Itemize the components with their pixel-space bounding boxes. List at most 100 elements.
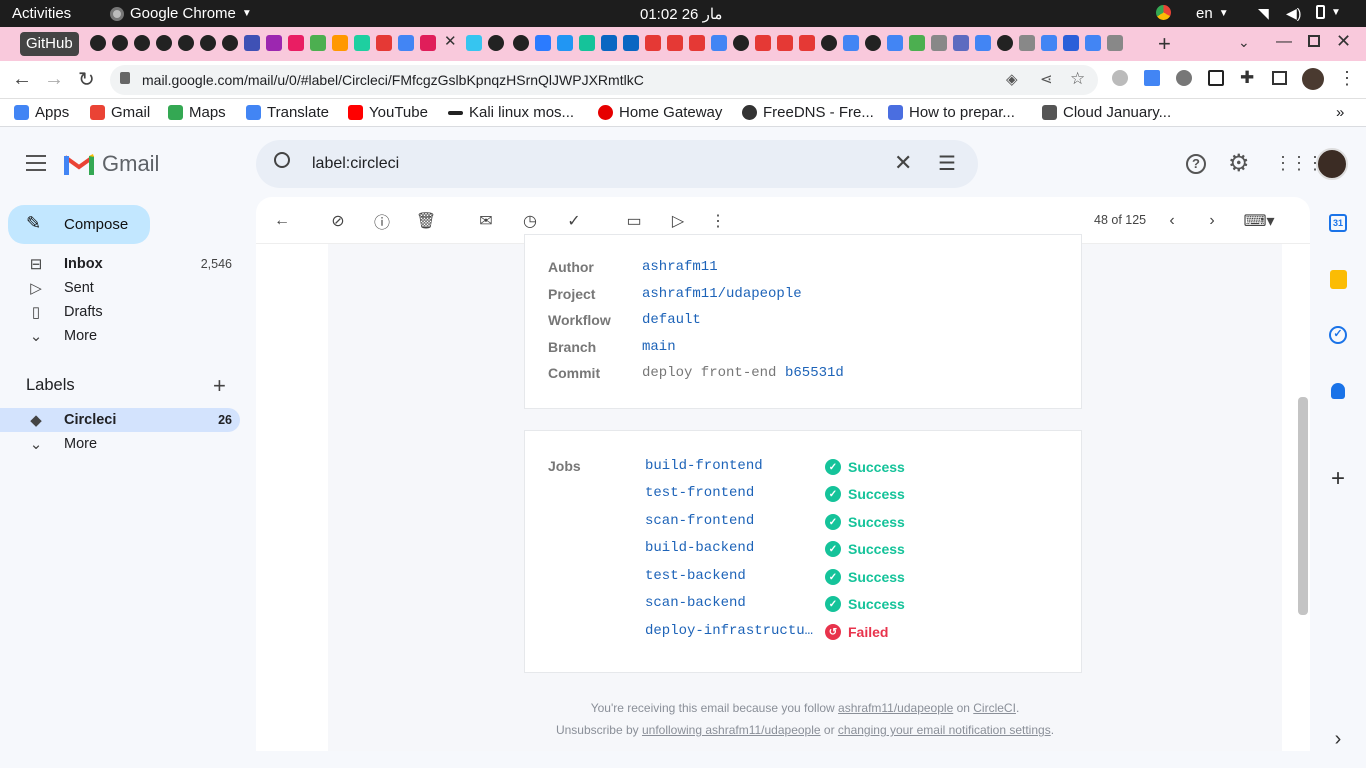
- bookmark-kali[interactable]: Kali linux mos...: [448, 104, 574, 121]
- translate-extension-icon[interactable]: [1144, 70, 1160, 86]
- new-tab-button[interactable]: +: [1158, 31, 1171, 57]
- share-icon[interactable]: ⋖: [1040, 70, 1053, 88]
- tab-favicon-icon[interactable]: [887, 35, 903, 51]
- tab-favicon-icon[interactable]: [557, 35, 573, 51]
- profile-avatar[interactable]: [1302, 68, 1324, 90]
- get-addons-icon[interactable]: +: [1328, 465, 1348, 492]
- calendar-icon[interactable]: 31: [1328, 213, 1348, 233]
- tab-favicon-icon[interactable]: [667, 35, 683, 51]
- author-link[interactable]: ashrafm11: [642, 259, 718, 275]
- label-as-icon[interactable]: ▷: [668, 211, 688, 231]
- hide-panel-chevron-icon[interactable]: ›: [1328, 728, 1348, 750]
- tab-favicon-icon[interactable]: [310, 35, 326, 51]
- older-chevron-icon[interactable]: ›: [1202, 211, 1222, 231]
- bookmark-apps[interactable]: Apps: [14, 104, 69, 121]
- keyboard-icon[interactable]: ⌨▾: [1242, 211, 1276, 231]
- tab-favicon-icon[interactable]: [843, 35, 859, 51]
- back-to-list-icon[interactable]: ←: [272, 211, 292, 231]
- archive-icon[interactable]: ⊘: [328, 211, 348, 231]
- tab-favicon-icon[interactable]: [975, 35, 991, 51]
- delete-icon[interactable]: 🗑: [416, 211, 436, 231]
- tab-favicon-icon[interactable]: [244, 35, 260, 51]
- language-selector[interactable]: en ▼: [1196, 5, 1229, 22]
- contacts-icon[interactable]: [1328, 381, 1348, 401]
- notion-icon[interactable]: [1208, 70, 1224, 86]
- tab-favicon-icon[interactable]: [466, 35, 482, 51]
- tab-favicon-icon[interactable]: [200, 35, 216, 51]
- job-link[interactable]: test-backend: [645, 568, 817, 584]
- tab-search-icon[interactable]: ⌄: [1238, 34, 1250, 51]
- close-tab-icon[interactable]: ✕: [444, 32, 457, 50]
- tab-favicon-icon[interactable]: [112, 35, 128, 51]
- tab-favicon-icon[interactable]: [1085, 35, 1101, 51]
- search-options-icon[interactable]: ☰: [938, 151, 956, 176]
- bookmark-cloud[interactable]: Cloud January...: [1042, 104, 1171, 121]
- tab-favicon-icon[interactable]: [777, 35, 793, 51]
- job-link[interactable]: test-frontend: [645, 485, 817, 501]
- app-menu[interactable]: Google Chrome ▼: [110, 5, 252, 22]
- install-icon[interactable]: ◈: [1006, 70, 1018, 88]
- tab-favicon-icon[interactable]: [931, 35, 947, 51]
- tab-favicon-icon[interactable]: [420, 35, 436, 51]
- tab-favicon-icon[interactable]: [601, 35, 617, 51]
- tab-active[interactable]: GitHub: [20, 32, 79, 56]
- circleci-link[interactable]: CircleCI: [973, 701, 1016, 715]
- nav-more[interactable]: ⌄ More: [0, 324, 240, 348]
- minimize-button[interactable]: —: [1276, 33, 1292, 51]
- unfollow-link[interactable]: unfollowing ashrafm11/udapeople: [642, 723, 821, 737]
- tab-favicon-icon[interactable]: [909, 35, 925, 51]
- commit-link[interactable]: b65531d: [785, 365, 844, 381]
- job-link[interactable]: build-backend: [645, 540, 817, 556]
- tab-favicon-icon[interactable]: [354, 35, 370, 51]
- workflow-link[interactable]: default: [642, 312, 701, 328]
- project-link[interactable]: ashrafm11/udapeople: [642, 286, 802, 302]
- tab-favicon-icon[interactable]: [332, 35, 348, 51]
- tab-favicon-icon[interactable]: [288, 35, 304, 51]
- clock[interactable]: 01:02 مار 26: [640, 5, 722, 23]
- tab-favicon-icon[interactable]: [689, 35, 705, 51]
- move-to-icon[interactable]: ▭: [624, 211, 644, 231]
- side-panel-icon[interactable]: [1272, 71, 1287, 85]
- search-input[interactable]: [312, 152, 872, 176]
- gmail-logo[interactable]: Gmail: [63, 151, 159, 177]
- search-icon[interactable]: [274, 152, 290, 168]
- tab-favicon-icon[interactable]: [266, 35, 282, 51]
- tab-favicon-icon[interactable]: [821, 35, 837, 51]
- tasks-icon[interactable]: ✓: [1328, 325, 1348, 345]
- tab-favicon-icon[interactable]: [488, 35, 504, 51]
- tab-favicon-icon[interactable]: [134, 35, 150, 51]
- add-label-icon[interactable]: +: [213, 373, 226, 399]
- bookmark-star-icon[interactable]: ☆: [1070, 69, 1085, 89]
- follow-project-link[interactable]: ashrafm11/udapeople: [838, 701, 953, 715]
- tab-favicon-icon[interactable]: [535, 35, 551, 51]
- snooze-icon[interactable]: ◷: [520, 211, 540, 231]
- job-link[interactable]: scan-backend: [645, 595, 817, 611]
- settings-gear-icon[interactable]: ⚙: [1228, 149, 1250, 178]
- labels-more[interactable]: ⌄ More: [0, 432, 240, 456]
- nav-sent[interactable]: ▷ Sent: [0, 276, 240, 300]
- activities-button[interactable]: Activities: [12, 5, 71, 22]
- kebab-menu-icon[interactable]: ⋮: [1338, 68, 1356, 89]
- chrome-tray-icon[interactable]: [1156, 5, 1171, 20]
- tab-favicon-icon[interactable]: [156, 35, 172, 51]
- tab-favicon-icon[interactable]: [398, 35, 414, 51]
- add-task-icon[interactable]: ✓: [564, 211, 584, 231]
- tab-favicon-icon[interactable]: [178, 35, 194, 51]
- restore-button[interactable]: [1308, 35, 1320, 47]
- bookmarks-overflow-icon[interactable]: »: [1336, 104, 1344, 121]
- tab-favicon-icon[interactable]: [799, 35, 815, 51]
- job-link[interactable]: deploy-infrastructu…: [645, 623, 817, 639]
- tab-favicon-icon[interactable]: [222, 35, 238, 51]
- battery-icon[interactable]: ▼: [1316, 5, 1341, 19]
- forward-arrow-icon[interactable]: →: [44, 68, 64, 91]
- branch-link[interactable]: main: [642, 339, 676, 355]
- bookmark-maps[interactable]: Maps: [168, 104, 226, 121]
- tab-favicon-icon[interactable]: [733, 35, 749, 51]
- tab-favicon-icon[interactable]: [579, 35, 595, 51]
- main-menu-icon[interactable]: [26, 155, 46, 171]
- tab-favicon-icon[interactable]: [711, 35, 727, 51]
- tab-favicon-icon[interactable]: [865, 35, 881, 51]
- bookmark-youtube[interactable]: YouTube: [348, 104, 428, 121]
- extension-icon[interactable]: [1112, 70, 1128, 86]
- bookmark-gmail[interactable]: Gmail: [90, 104, 150, 121]
